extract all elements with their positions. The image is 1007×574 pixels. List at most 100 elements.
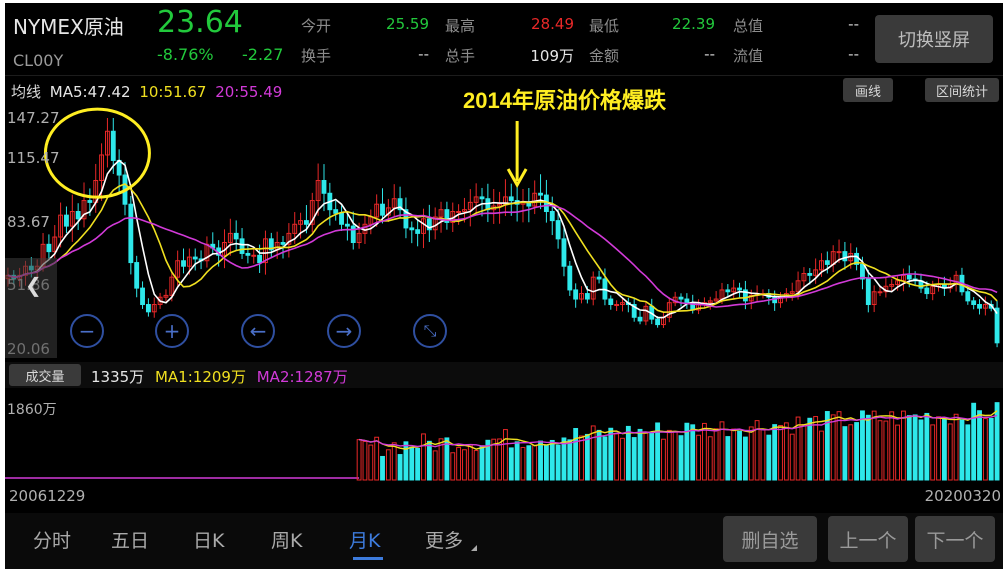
volume-bar	[456, 446, 462, 481]
volume-bar	[625, 425, 631, 481]
volume-bar	[936, 416, 941, 481]
tab-weekly-k[interactable]: 周K	[271, 526, 302, 553]
candle	[924, 287, 930, 295]
candle	[321, 180, 327, 194]
volume-bar	[462, 449, 467, 481]
volume-bar	[977, 410, 982, 481]
candle	[181, 260, 186, 267]
volume-bar	[702, 422, 707, 481]
volume-bar	[672, 431, 678, 481]
volume-bar	[637, 428, 643, 481]
volume-bar	[742, 436, 748, 481]
stat-value-amount: --	[704, 45, 715, 63]
stat-value-float-value: --	[848, 45, 859, 63]
candle	[87, 200, 93, 203]
candle	[549, 211, 555, 222]
switch-portrait-button[interactable]: 切换竖屏	[875, 15, 993, 63]
stat-value-volume: 109万	[530, 47, 574, 65]
volume-max-label: 1860万	[7, 402, 57, 418]
volume-chart[interactable]	[5, 396, 1003, 482]
volume-bar	[356, 439, 362, 481]
volume-bar	[374, 436, 380, 481]
tab-intraday[interactable]: 分时	[33, 526, 71, 553]
price-chart[interactable]	[5, 103, 1003, 361]
volume-bar	[848, 424, 854, 481]
zoom-in-icon[interactable]: +	[155, 314, 189, 348]
volume-bar	[707, 436, 713, 481]
instrument-name: NYMEX原油	[13, 15, 124, 39]
candle	[538, 192, 543, 196]
candle	[333, 209, 339, 214]
volume-bar	[813, 416, 819, 481]
draw-line-button[interactable]: 画线	[843, 78, 893, 102]
volume-bar	[432, 450, 438, 481]
volume-bar	[731, 428, 737, 481]
volume-bar	[666, 429, 672, 481]
candle	[877, 291, 883, 294]
volume-bar	[883, 420, 889, 481]
stat-value-open: 25.59	[386, 15, 429, 33]
volume-indicator-button[interactable]: 成交量	[9, 364, 81, 386]
previous-button[interactable]: 上一个	[828, 516, 908, 562]
end-date: 20200320	[924, 487, 1001, 505]
volume-bar	[532, 444, 538, 481]
volume-bar	[819, 430, 824, 481]
volume-bar	[860, 410, 865, 481]
candle	[906, 274, 912, 280]
candle	[304, 220, 309, 225]
volume-bar	[778, 425, 783, 481]
volume-bar	[941, 417, 947, 481]
volume-bar	[842, 426, 848, 481]
stat-label-float-value: 流值	[733, 47, 764, 65]
y-tick-label: 115.47	[7, 149, 60, 167]
volume-bar	[901, 410, 906, 481]
candle	[280, 242, 286, 245]
volume-bar	[789, 433, 795, 481]
candle	[807, 273, 813, 276]
tab-five-day[interactable]: 五日	[111, 526, 149, 553]
candle	[350, 225, 356, 244]
candle	[836, 251, 842, 254]
volume-bar	[690, 424, 696, 481]
volume-bar	[760, 428, 766, 481]
tab-daily-k[interactable]: 日K	[193, 526, 224, 553]
candle	[110, 130, 116, 161]
volume-bar	[526, 445, 532, 481]
candle	[614, 304, 620, 307]
candle	[678, 296, 684, 300]
ma5-value: MA5:47.42	[49, 83, 131, 101]
volume-bar	[988, 417, 994, 481]
volume-bar	[479, 445, 485, 481]
candle	[684, 298, 690, 304]
tab-more[interactable]: 更多	[425, 526, 463, 553]
zoom-out-icon[interactable]: −	[70, 314, 104, 348]
volume-ma1: MA1:1209万	[154, 368, 246, 386]
volume-bar	[514, 441, 520, 481]
ma5-line	[7, 159, 998, 319]
candle	[145, 304, 151, 313]
instrument-code: CL00Y	[13, 51, 64, 70]
stat-label-low: 最低	[589, 17, 620, 35]
volume-bar	[421, 433, 426, 481]
volume-bar	[643, 432, 649, 481]
candle	[842, 251, 848, 262]
arrow-right-icon[interactable]: →	[327, 314, 361, 348]
next-button[interactable]: 下一个	[915, 516, 995, 562]
candle	[128, 203, 134, 264]
candle	[508, 196, 514, 202]
remove-watchlist-button[interactable]: 删自选	[723, 516, 817, 562]
volume-bar	[783, 422, 789, 481]
volume-bar	[403, 441, 409, 481]
chevron-left-icon[interactable]: ❮	[25, 273, 42, 297]
volume-bar	[385, 449, 391, 481]
volume-bar	[994, 402, 1000, 481]
dropdown-triangle-icon	[471, 545, 477, 551]
candle	[824, 260, 830, 265]
tab-monthly-k[interactable]: 月K	[349, 526, 380, 553]
collapse-icon[interactable]: ⤡	[413, 314, 447, 348]
volume-bar	[450, 452, 456, 481]
volume-bar	[953, 413, 959, 481]
range-stats-button[interactable]: 区间统计	[925, 78, 999, 102]
arrow-left-icon[interactable]: ←	[241, 314, 275, 348]
candle	[567, 265, 573, 291]
